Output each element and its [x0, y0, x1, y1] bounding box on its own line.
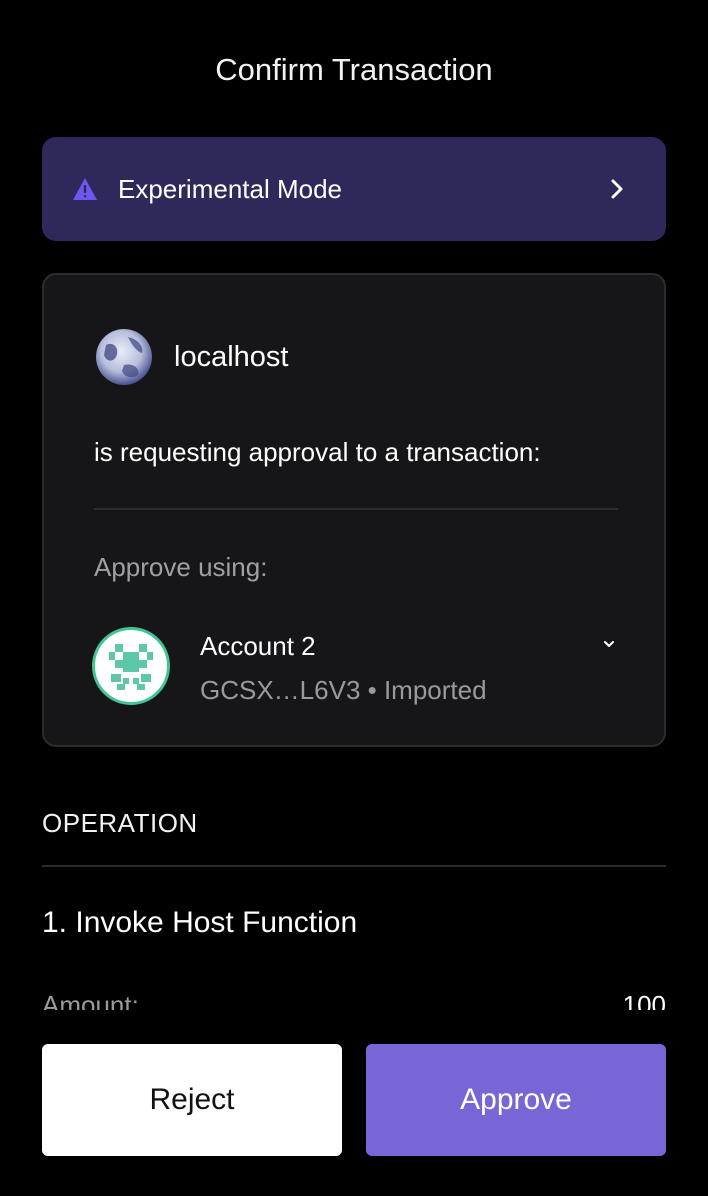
- approve-using-label: Approve using:: [94, 552, 268, 582]
- identicon-avatar: [92, 627, 170, 705]
- amount-row: Amount: 100: [42, 986, 666, 1010]
- experimental-mode-label: Experimental Mode: [118, 174, 342, 204]
- amount-label: Amount:: [42, 990, 139, 1010]
- warning-icon: [73, 178, 97, 200]
- site-name: localhost: [174, 341, 289, 373]
- chevron-right-icon: [611, 179, 623, 199]
- chevron-down-icon: [604, 641, 614, 647]
- account-address: GCSX…L6V3 • Imported: [200, 675, 487, 705]
- experimental-mode-banner[interactable]: Experimental Mode: [42, 137, 666, 241]
- account-selector[interactable]: Account 2 GCSX…L6V3 • Imported: [92, 625, 622, 709]
- approve-button[interactable]: Approve: [366, 1044, 666, 1156]
- account-name: Account 2: [200, 631, 316, 661]
- globe-icon: [96, 329, 152, 385]
- operation-section-label: OPERATION: [42, 808, 198, 838]
- reject-button[interactable]: Reject: [42, 1044, 342, 1156]
- amount-value: 100: [622, 990, 666, 1010]
- request-card: localhost is requesting approval to a tr…: [42, 273, 666, 747]
- request-message: is requesting approval to a transaction:: [94, 437, 541, 467]
- page-title: Confirm Transaction: [215, 52, 493, 87]
- divider: [94, 508, 618, 510]
- divider: [42, 865, 666, 867]
- operation-title: 1. Invoke Host Function: [42, 906, 358, 939]
